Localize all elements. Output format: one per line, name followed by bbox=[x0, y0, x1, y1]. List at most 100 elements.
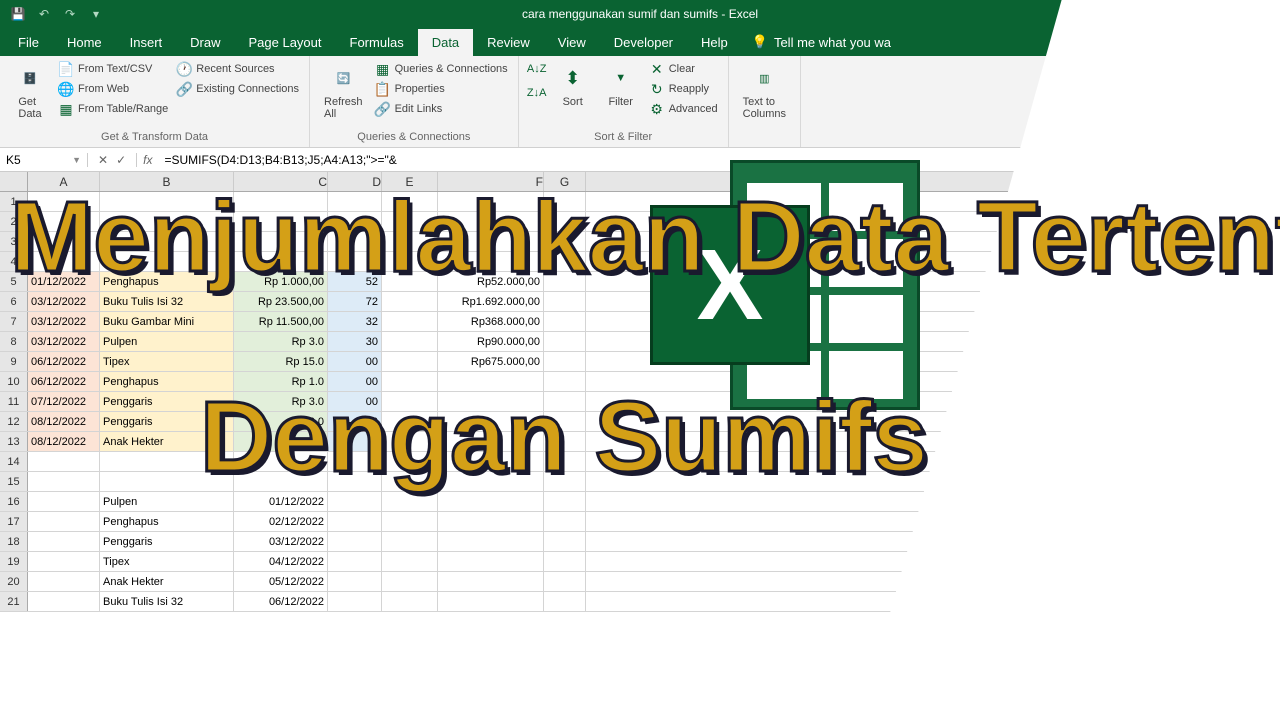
cell[interactable]: Pulpen bbox=[100, 492, 234, 511]
cell[interactable] bbox=[382, 512, 438, 531]
cell[interactable] bbox=[382, 552, 438, 571]
sort-za-button[interactable]: Z↓A bbox=[527, 84, 547, 102]
cell[interactable]: Rp 2.5 bbox=[234, 432, 328, 451]
cell[interactable]: 52 bbox=[328, 272, 382, 291]
tab-data[interactable]: Data bbox=[418, 29, 473, 56]
from-table-button[interactable]: ▦From Table/Range bbox=[56, 100, 170, 118]
row-header[interactable]: 9 bbox=[0, 352, 28, 371]
cell[interactable]: Rp 23.500,00 bbox=[234, 292, 328, 311]
cell[interactable] bbox=[544, 392, 586, 411]
col-header-g[interactable]: G bbox=[544, 172, 586, 191]
cell[interactable]: 72 bbox=[328, 292, 382, 311]
col-header-f[interactable]: F bbox=[438, 172, 544, 191]
row-header[interactable]: 1 bbox=[0, 192, 28, 211]
cell[interactable]: Tipex bbox=[100, 552, 234, 571]
cell[interactable] bbox=[438, 592, 544, 611]
cell[interactable] bbox=[544, 572, 586, 591]
select-all-corner[interactable] bbox=[0, 172, 28, 191]
cell[interactable] bbox=[328, 432, 382, 451]
cell[interactable]: Rp52.000,00 bbox=[438, 272, 544, 291]
cell[interactable] bbox=[328, 552, 382, 571]
cell[interactable] bbox=[28, 552, 100, 571]
cell[interactable]: Buku Gambar Mini bbox=[100, 312, 234, 331]
cell[interactable] bbox=[100, 232, 234, 251]
cell[interactable] bbox=[544, 252, 586, 271]
cell[interactable]: Buku Tulis Isi 32 bbox=[100, 592, 234, 611]
col-header-a[interactable]: A bbox=[28, 172, 100, 191]
cell[interactable]: 00 bbox=[328, 352, 382, 371]
cell[interactable] bbox=[234, 452, 328, 471]
row-header[interactable]: 14 bbox=[0, 452, 28, 471]
cell[interactable] bbox=[544, 452, 586, 471]
cell[interactable] bbox=[234, 212, 328, 231]
cell[interactable] bbox=[28, 452, 100, 471]
queries-button[interactable]: ▦Queries & Connections bbox=[373, 60, 510, 78]
cell[interactable] bbox=[28, 252, 100, 271]
cell[interactable]: Rp1.692.000,00 bbox=[438, 292, 544, 311]
recent-sources-button[interactable]: 🕐Recent Sources bbox=[174, 60, 301, 78]
row-header[interactable]: 15 bbox=[0, 472, 28, 491]
cell[interactable] bbox=[328, 452, 382, 471]
cell[interactable] bbox=[382, 492, 438, 511]
cell[interactable] bbox=[234, 252, 328, 271]
row-header[interactable]: 7 bbox=[0, 312, 28, 331]
cell[interactable] bbox=[328, 212, 382, 231]
cancel-formula-icon[interactable]: ✕ bbox=[98, 153, 108, 167]
cell[interactable] bbox=[438, 212, 544, 231]
cell[interactable] bbox=[382, 412, 438, 431]
cell[interactable] bbox=[28, 592, 100, 611]
existing-connections-button[interactable]: 🔗Existing Connections bbox=[174, 80, 301, 98]
cell[interactable] bbox=[382, 212, 438, 231]
cell[interactable] bbox=[438, 252, 544, 271]
cell[interactable] bbox=[382, 392, 438, 411]
row-header[interactable]: 17 bbox=[0, 512, 28, 531]
cell[interactable] bbox=[382, 332, 438, 351]
from-text-csv-button[interactable]: 📄From Text/CSV bbox=[56, 60, 170, 78]
refresh-all-button[interactable]: 🔄 Refresh All bbox=[318, 60, 369, 122]
cell[interactable] bbox=[328, 532, 382, 551]
cell[interactable] bbox=[382, 272, 438, 291]
tab-review[interactable]: Review bbox=[473, 29, 544, 56]
tab-file[interactable]: File bbox=[4, 29, 53, 56]
cell[interactable]: 03/12/2022 bbox=[28, 312, 100, 331]
row-header[interactable]: 19 bbox=[0, 552, 28, 571]
cell[interactable]: Rp368.000,00 bbox=[438, 312, 544, 331]
cell[interactable] bbox=[382, 452, 438, 471]
row-header[interactable]: 13 bbox=[0, 432, 28, 451]
cell[interactable]: Penggaris bbox=[100, 412, 234, 431]
cell[interactable] bbox=[438, 512, 544, 531]
cell[interactable] bbox=[544, 412, 586, 431]
tab-view[interactable]: View bbox=[544, 29, 600, 56]
cell[interactable]: 08/12/2022 bbox=[28, 432, 100, 451]
cell[interactable] bbox=[100, 212, 234, 231]
cell[interactable] bbox=[328, 492, 382, 511]
row-header[interactable]: 8 bbox=[0, 332, 28, 351]
cell[interactable]: 04/12/2022 bbox=[234, 552, 328, 571]
cell[interactable] bbox=[438, 192, 544, 211]
redo-icon[interactable]: ↷ bbox=[60, 4, 80, 24]
cell[interactable]: Anak Hekter bbox=[100, 572, 234, 591]
name-box[interactable]: K5 ▼ bbox=[0, 153, 88, 167]
cell[interactable] bbox=[234, 192, 328, 211]
cell[interactable]: 30 bbox=[328, 332, 382, 351]
cell[interactable] bbox=[100, 192, 234, 211]
cell[interactable]: Anak Hekter bbox=[100, 432, 234, 451]
cell[interactable]: 06/12/2022 bbox=[28, 372, 100, 391]
cell[interactable] bbox=[544, 212, 586, 231]
cell[interactable] bbox=[328, 252, 382, 271]
cell[interactable] bbox=[438, 392, 544, 411]
cell[interactable] bbox=[382, 232, 438, 251]
col-header-e[interactable]: E bbox=[382, 172, 438, 191]
cell[interactable]: Buku Tulis Isi 32 bbox=[100, 292, 234, 311]
cell[interactable] bbox=[28, 572, 100, 591]
cell[interactable]: 02/12/2022 bbox=[234, 512, 328, 531]
tab-formulas[interactable]: Formulas bbox=[336, 29, 418, 56]
cell[interactable]: 03/12/2022 bbox=[28, 292, 100, 311]
cell[interactable] bbox=[328, 572, 382, 591]
chevron-down-icon[interactable]: ▼ bbox=[72, 155, 81, 165]
cell[interactable] bbox=[438, 492, 544, 511]
cell[interactable]: Rp 3.0 bbox=[234, 332, 328, 351]
cell[interactable] bbox=[544, 512, 586, 531]
row-header[interactable]: 16 bbox=[0, 492, 28, 511]
cell[interactable] bbox=[544, 332, 586, 351]
